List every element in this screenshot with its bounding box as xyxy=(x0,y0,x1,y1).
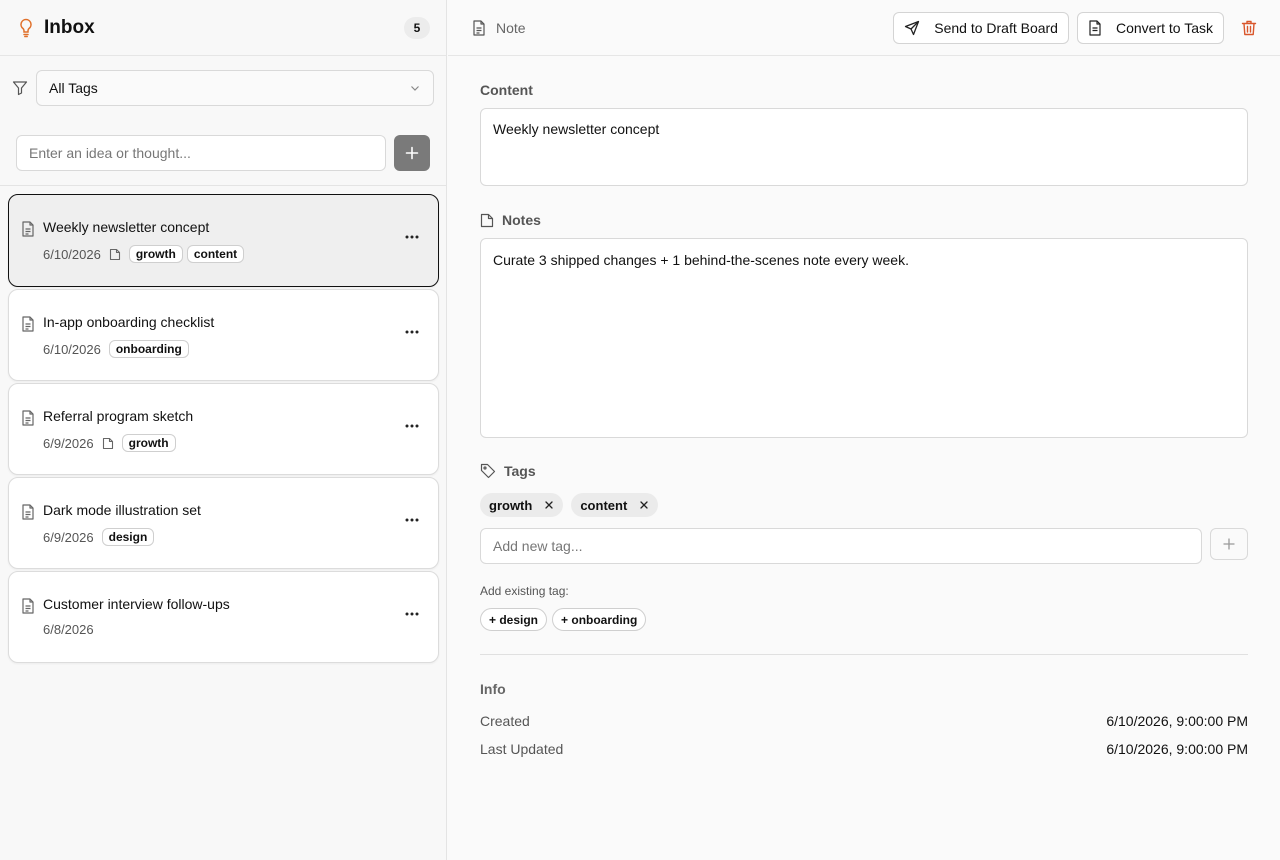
convert-to-task-button[interactable]: Convert to Task xyxy=(1076,11,1224,44)
idea-meta: 6/8/2026 xyxy=(43,622,438,637)
item-type-label: Note xyxy=(496,19,526,36)
created-value: 6/10/2026, 9:00:00 PM xyxy=(1106,713,1248,729)
send-to-draft-board-label: Send to Draft Board xyxy=(934,19,1058,36)
note-icon xyxy=(22,504,34,520)
new-idea-row xyxy=(0,120,446,186)
more-options-icon[interactable] xyxy=(404,606,420,622)
idea-tag-chip: design xyxy=(101,528,155,546)
assigned-tag-pill: content xyxy=(571,493,659,517)
note-icon xyxy=(22,598,34,614)
assigned-tag-label: growth xyxy=(489,497,533,513)
inbox-title: Inbox xyxy=(44,16,95,38)
chevron-down-icon xyxy=(411,86,419,91)
idea-tag-chip: content xyxy=(186,245,245,263)
has-notes-icon xyxy=(109,248,120,260)
remove-tag-icon[interactable] xyxy=(544,500,554,510)
idea-tag-chip: growth xyxy=(121,434,176,452)
add-tag-button[interactable] xyxy=(1210,528,1248,560)
notes-label-text: Notes xyxy=(502,212,541,228)
document-icon xyxy=(1089,19,1101,36)
updated-row: Last Updated 6/10/2026, 9:00:00 PM xyxy=(480,741,1248,757)
send-to-draft-board-button[interactable]: Send to Draft Board xyxy=(893,11,1069,44)
note-icon xyxy=(22,221,34,237)
file-icon xyxy=(480,213,494,227)
note-icon xyxy=(22,410,34,426)
has-notes-icon xyxy=(102,437,113,449)
idea-date: 6/9/2026 xyxy=(43,435,94,451)
filter-icon xyxy=(12,81,28,96)
send-icon xyxy=(905,20,920,35)
note-icon xyxy=(473,19,485,36)
more-options-icon[interactable] xyxy=(404,324,420,340)
content-field[interactable]: Weekly newsletter concept xyxy=(480,108,1248,186)
new-idea-input[interactable] xyxy=(16,134,387,171)
assigned-tag-pill: growth xyxy=(480,493,564,517)
idea-date: 6/9/2026 xyxy=(43,529,94,545)
idea-tag-chip: onboarding xyxy=(108,340,189,358)
remove-tag-icon[interactable] xyxy=(639,500,649,510)
idea-meta: 6/10/2026 growth content xyxy=(43,245,438,263)
inbox-count-badge: 5 xyxy=(404,16,430,39)
assigned-tag-label: content xyxy=(580,497,628,513)
inbox-panel: Inbox 5 All Tags Weekly newsletter conce… xyxy=(0,0,447,860)
content-label-text: Content xyxy=(480,82,533,98)
convert-to-task-label: Convert to Task xyxy=(1115,19,1213,36)
idea-meta: 6/9/2026 growth xyxy=(43,434,438,452)
idea-meta: 6/9/2026 design xyxy=(43,528,438,546)
more-options-icon[interactable] xyxy=(404,229,420,245)
detail-header: Note Send to Draft Board Convert to Task xyxy=(448,0,1280,56)
created-row: Created 6/10/2026, 9:00:00 PM xyxy=(480,713,1248,729)
idea-list-item[interactable]: In-app onboarding checklist 6/10/2026 onbo… xyxy=(8,289,439,381)
add-existing-tag-button[interactable]: + onboarding xyxy=(552,608,647,631)
tags-label-text: Tags xyxy=(504,463,536,479)
new-tag-input[interactable] xyxy=(480,528,1202,564)
idea-tag-chip: growth xyxy=(128,245,183,263)
existing-tags: + design + onboarding xyxy=(480,608,651,631)
plus-icon xyxy=(1223,538,1235,550)
idea-title: Customer interview follow-ups xyxy=(43,596,230,612)
more-options-icon[interactable] xyxy=(404,418,420,434)
idea-date: 6/10/2026 xyxy=(43,341,101,357)
idea-date: 6/10/2026 xyxy=(43,246,101,262)
idea-title: In-app onboarding checklist xyxy=(43,314,215,330)
more-options-icon[interactable] xyxy=(404,512,420,528)
idea-date: 6/8/2026 xyxy=(43,622,94,637)
idea-list-item[interactable]: Referral program sketch 6/9/2026 growth xyxy=(8,383,439,475)
add-existing-tag-button[interactable]: + design xyxy=(480,608,548,631)
content-label: Content xyxy=(480,82,533,98)
idea-title: Dark mode illustration set xyxy=(43,502,201,518)
idea-list-item[interactable]: Weekly newsletter concept 6/10/2026 growth… xyxy=(8,194,439,287)
updated-value: 6/10/2026, 9:00:00 PM xyxy=(1106,741,1248,757)
idea-list: Weekly newsletter concept 6/10/2026 growth… xyxy=(8,194,439,665)
divider xyxy=(480,654,1248,655)
tag-filter-select[interactable]: All Tags xyxy=(36,70,434,106)
notes-label: Notes xyxy=(480,212,541,228)
assigned-tags: growth content xyxy=(480,493,666,517)
info-heading: Info xyxy=(480,681,506,697)
tag-filter-row: All Tags xyxy=(0,56,446,120)
notes-field[interactable]: Curate 3 shipped changes + 1 behind-the-… xyxy=(480,238,1248,438)
tag-filter-value: All Tags xyxy=(49,80,98,96)
existing-tags-label: Add existing tag: xyxy=(480,584,569,598)
tag-icon xyxy=(480,463,496,479)
trash-icon[interactable] xyxy=(1240,19,1258,37)
idea-title: Weekly newsletter concept xyxy=(43,219,210,235)
inbox-header: Inbox 5 xyxy=(0,0,446,56)
idea-list-item[interactable]: Customer interview follow-ups 6/8/2026 xyxy=(8,571,439,663)
tags-label: Tags xyxy=(480,463,536,479)
add-idea-button[interactable] xyxy=(394,134,430,171)
idea-meta: 6/10/2026 onboarding xyxy=(43,340,438,358)
lightbulb-icon xyxy=(20,18,32,37)
idea-title: Referral program sketch xyxy=(43,408,194,424)
detail-panel: Note Send to Draft Board Convert to Task… xyxy=(448,0,1280,860)
created-label: Created xyxy=(480,713,530,729)
note-icon xyxy=(22,316,34,332)
plus-icon xyxy=(405,146,419,159)
idea-list-item[interactable]: Dark mode illustration set 6/9/2026 design xyxy=(8,477,439,569)
updated-label: Last Updated xyxy=(480,741,564,757)
